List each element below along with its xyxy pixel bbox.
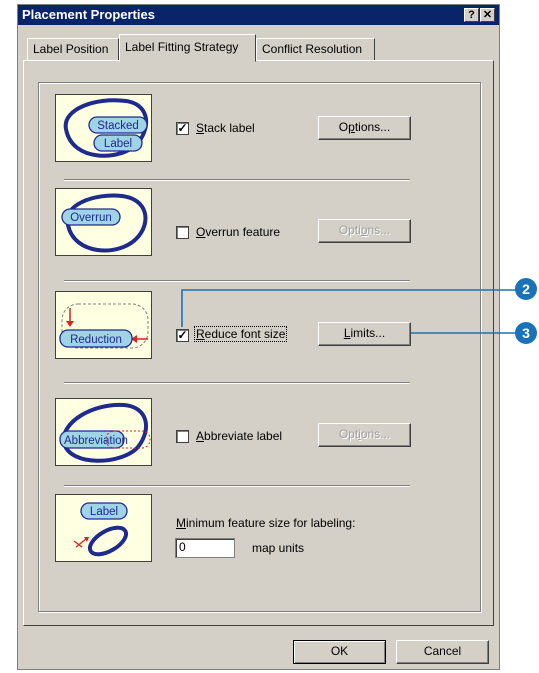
callout-marker-3: 3 bbox=[515, 322, 537, 344]
callout-lines bbox=[181, 289, 516, 334]
callout-marker-2: 2 bbox=[515, 278, 537, 300]
tab-label-fitting-strategy[interactable]: Label Fitting Strategy bbox=[119, 34, 256, 62]
